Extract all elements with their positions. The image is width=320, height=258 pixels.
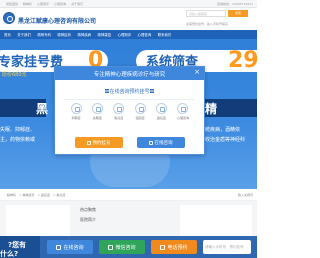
top-link[interactable]: 党政团建 [6, 2, 18, 6]
logo-icon[interactable] [3, 12, 15, 24]
disease-label: 强迫症 [135, 116, 145, 120]
wechat-icon [108, 244, 114, 250]
insomnia-icon [91, 103, 103, 114]
disease-item-depression[interactable]: 抑郁症 [67, 103, 85, 120]
disease-item-ocd[interactable]: 强迫症 [131, 103, 149, 120]
nav-item-home[interactable]: 首页 [4, 32, 11, 37]
consult-button-label: 在线咨询 [154, 140, 173, 146]
disease-item-anxiety[interactable]: 焦虑症 [110, 103, 128, 120]
hotline-text: 咨询热线：15945779417 [217, 2, 253, 6]
search-tip: 如需预约挂号，输入手机号联系 [186, 22, 229, 26]
site-name[interactable]: 黑龙江赋康心理咨询有限公司 [18, 16, 96, 25]
wechat-consult-button[interactable]: 微信咨询 [99, 240, 145, 254]
breadcrumb-item[interactable]: > 躁狂症 [37, 193, 49, 197]
consult-button[interactable]: 在线咨询 [136, 137, 185, 148]
nav-item-assessment[interactable]: 心理测评 [118, 32, 132, 37]
mania-icon [156, 103, 168, 114]
disease-label: 躁狂症 [157, 116, 167, 120]
breadcrumb: 精神科 > 精神症状 > 躁狂症 > 焦虑症 输入关键词 [0, 189, 257, 201]
banner-right-line: 统疾病，酒精依 [205, 127, 241, 133]
phone-icon [160, 244, 166, 250]
banner-left-sub: 原价680元 [2, 72, 27, 78]
banner-left-badge: 黑 [0, 99, 49, 117]
nav-item-counseling[interactable]: 心理咨询 [138, 32, 152, 37]
depression-icon [70, 103, 82, 114]
banner-left-badge-text: 黑 [36, 102, 49, 116]
banner-left-line: 失眠、抑郁症、 [0, 127, 36, 133]
close-icon[interactable]: × [194, 68, 200, 76]
top-link[interactable]: 心理测评 [37, 2, 49, 6]
disease-icon-row: 抑郁症 失眠症 焦虑症 强迫症 躁狂症 心理咨询 [67, 103, 192, 120]
top-link[interactable]: 关于我们 [71, 2, 83, 6]
modal-subtitle: 〓在线咨询预约挂号〓 [104, 89, 155, 95]
question-line-2: 什么? [0, 250, 19, 258]
disease-label: 失眠症 [92, 116, 102, 120]
modal-buttons: 预约挂号 在线咨询 [55, 137, 204, 148]
section-heading: 医院简介 [80, 217, 96, 222]
chat-icon [148, 140, 153, 145]
nav-item-specialty[interactable]: 精神专科 [37, 32, 51, 37]
top-bar: 党政团建 精神科 心理测评 心理咨询 关于我们 咨询热线：15945779417 [0, 0, 257, 8]
nav-item-diseases[interactable]: 精神疾病 [77, 32, 91, 37]
modal-divider [65, 99, 194, 100]
nav-item-symptoms[interactable]: 精神症状 [57, 32, 71, 37]
banner-left-lines: 失眠、抑郁症、 主，药物依赖或 [0, 125, 56, 145]
phone-booking-label: 电话预约 [167, 244, 188, 251]
banner-right-badge-text: 精 [205, 102, 218, 116]
banner-right-line: 收治金盾等神经科 [205, 137, 246, 143]
bottom-action-bar: ?您有 什么? 在线咨询 微信咨询 电话预约 请输入手机号，预约挂号 [0, 236, 257, 258]
nav-item-contact[interactable]: 联系我们 [158, 32, 172, 37]
banner-right-price: 290 [228, 48, 257, 73]
breadcrumb-item[interactable]: > 焦虑症 [53, 193, 65, 197]
main-nav: 首页 关于我们 精神专科 精神症状 精神疾病 精神康复 心理测评 心理咨询 联系… [0, 30, 257, 39]
banner-right-badge: 精 [204, 99, 257, 117]
disease-label: 抑郁症 [71, 116, 81, 120]
register-button-label: 预约挂号 [92, 140, 111, 146]
nav-item-rehab[interactable]: 精神康复 [98, 32, 112, 37]
search-button[interactable]: 搜索 [228, 10, 248, 17]
search-input[interactable]: 请输入疾病名 [186, 10, 226, 17]
breadcrumb-item[interactable]: 精神科 [7, 193, 16, 197]
nav-item-about[interactable]: 关于我们 [17, 32, 31, 37]
consult-modal: 专注精神心理疾病诊疗与研究 × 〓在线咨询预约挂号〓 抑郁症 失眠症 焦虑症 强… [54, 66, 205, 155]
banner-left-line: 主，药物依赖或 [0, 137, 36, 143]
banner-right-lines: 统疾病，酒精依 收治金盾等神经科 [205, 125, 257, 145]
calendar-icon [86, 140, 91, 145]
top-links: 党政团建 精神科 心理测评 心理咨询 关于我们 [6, 2, 83, 6]
disease-label: 焦虑症 [114, 116, 124, 120]
anxiety-icon [113, 103, 125, 114]
breadcrumb-right: 输入关键词 [237, 193, 253, 197]
chat-icon [56, 244, 62, 250]
breadcrumb-item[interactable]: > 精神症状 [19, 193, 34, 197]
disease-item-insomnia[interactable]: 失眠症 [88, 103, 106, 120]
disease-item-counseling[interactable]: 心理咨询 [174, 103, 192, 120]
phone-booking-button[interactable]: 电话预约 [151, 240, 197, 254]
counseling-icon [177, 103, 189, 114]
top-link[interactable]: 精神科 [23, 2, 32, 6]
disease-item-mania[interactable]: 躁狂症 [153, 103, 171, 120]
bottom-question-block: ?您有 什么? [0, 236, 40, 258]
top-link[interactable]: 心理咨询 [54, 2, 66, 6]
online-consult-button[interactable]: 在线咨询 [47, 240, 93, 254]
wechat-consult-label: 微信咨询 [115, 244, 136, 251]
disease-label: 心理咨询 [176, 116, 189, 120]
section-heading: 热点聚焦 [80, 207, 96, 212]
phone-input[interactable]: 请输入手机号，预约挂号 [203, 240, 251, 254]
modal-title: 专注精神心理疾病诊疗与研究 [93, 72, 166, 78]
breadcrumb-items: 精神科 > 精神症状 > 躁狂症 > 焦虑症 [7, 193, 65, 197]
modal-header: 专注精神心理疾病诊疗与研究 × [55, 67, 204, 80]
register-button[interactable]: 预约挂号 [74, 137, 123, 148]
online-consult-label: 在线咨询 [63, 244, 84, 251]
ocd-icon [134, 103, 146, 114]
